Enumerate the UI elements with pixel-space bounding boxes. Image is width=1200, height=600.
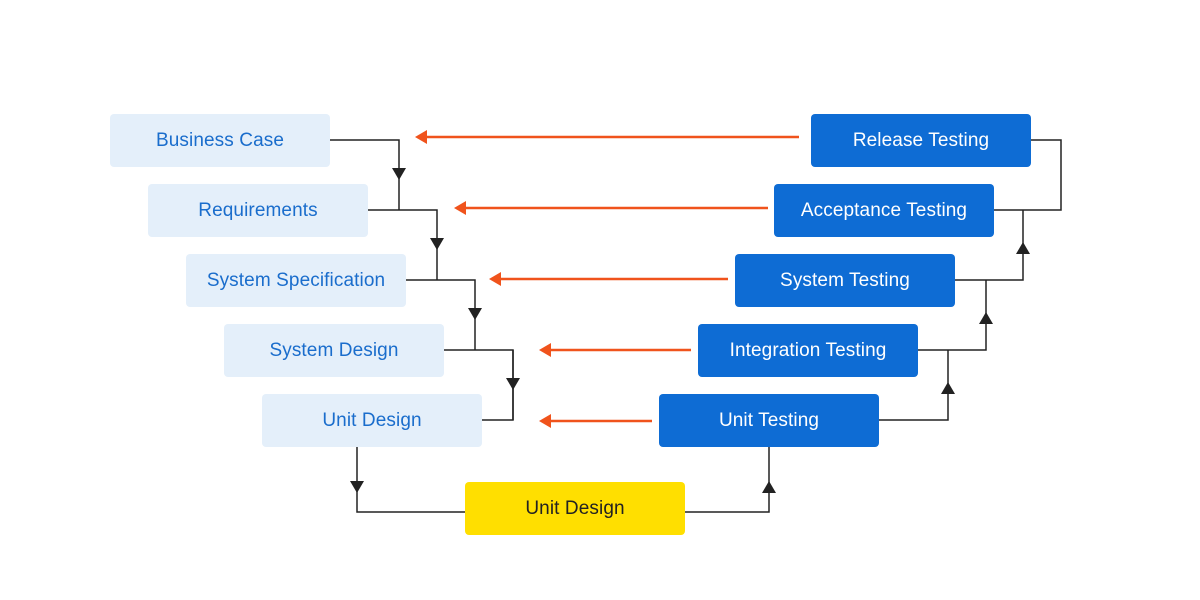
testing-phase-unit-testing: Unit Testing [659,394,879,447]
arrow-down-icon [392,168,406,180]
testing-phase-acceptance-testing: Acceptance Testing [774,184,994,237]
feedback-arrowhead-icon [489,272,501,286]
arrow-down-icon [430,238,444,250]
testing-phase-integration-testing: Integration Testing [698,324,918,377]
testing-phase-release-testing: Release Testing [811,114,1031,167]
feedback-arrowhead-icon [415,130,427,144]
design-connector [482,350,514,421]
testing-phase-system-testing: System Testing [735,254,955,307]
arrow-down-icon [468,308,482,320]
arrow-down-icon [350,481,364,493]
design-phase-system-design: System Design [224,324,444,377]
arrow-up-icon [762,481,776,493]
design-phase-requirements: Requirements [148,184,368,237]
bottom-connector-right [685,447,770,513]
v-model-diagram: Business Case Requirements System Specif… [0,0,1200,600]
design-phase-system-specification: System Specification [186,254,406,307]
bottom-phase-unit-design: Unit Design [465,482,685,535]
arrow-up-icon [941,382,955,394]
design-phase-unit-design: Unit Design [262,394,482,447]
arrow-up-icon [979,312,993,324]
arrow-up-icon [1016,242,1030,254]
feedback-arrowhead-icon [454,201,466,215]
feedback-arrowhead-icon [539,414,551,428]
feedback-arrowhead-icon [539,343,551,357]
design-phase-business-case: Business Case [110,114,330,167]
bottom-connector-left [356,447,465,513]
